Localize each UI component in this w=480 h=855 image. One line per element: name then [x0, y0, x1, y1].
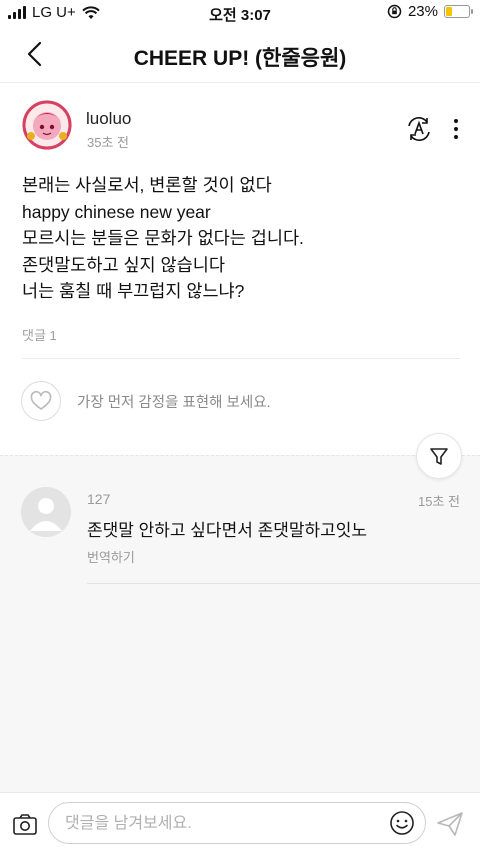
post-time: 35초 전: [87, 135, 129, 150]
camera-icon[interactable]: [12, 812, 38, 836]
rotation-lock-icon: [387, 4, 402, 19]
status-bar: LG U+ 오전 3:07 23%: [0, 0, 480, 26]
post-body: 본래는 사실로서, 변론할 것이 없다 happy chinese new ye…: [22, 172, 462, 305]
filter-icon: [430, 448, 448, 465]
post-author[interactable]: luoluo: [86, 109, 131, 129]
comment-translate-link[interactable]: 번역하기: [87, 547, 135, 566]
comment-avatar[interactable]: [21, 487, 71, 537]
heart-icon: [30, 390, 52, 410]
post-line: happy chinese new year: [22, 201, 211, 222]
divider: [22, 358, 460, 359]
more-vertical-icon[interactable]: [448, 116, 464, 142]
send-icon[interactable]: [435, 810, 465, 838]
divider: [87, 583, 480, 584]
post-line: 본래는 사실로서, 변론할 것이 없다: [22, 175, 272, 195]
post-line: 모르시는 분들은 문화가 없다는 겁니다.: [22, 228, 304, 248]
reaction-prompt[interactable]: 가장 먼저 감정을 표현해 보세요.: [77, 391, 271, 412]
comment-author[interactable]: 127: [87, 491, 110, 507]
post-line: 존댓말도하고 싶지 않습니다: [22, 254, 225, 275]
smiley-icon[interactable]: [389, 810, 415, 836]
filter-button[interactable]: [416, 433, 462, 479]
comment-text: 존댓말 안하고 싶다면서 존댓말하고잇노: [87, 521, 368, 540]
battery-fill: [446, 7, 452, 16]
comment-input-bar: [0, 792, 480, 855]
battery-icon: [444, 5, 473, 18]
author-avatar[interactable]: [22, 100, 72, 150]
comment-count[interactable]: 댓글 1: [22, 325, 57, 344]
comment-time: 15초 전: [418, 494, 460, 509]
status-right: 23%: [387, 3, 473, 20]
comment-input-wrapper[interactable]: [48, 802, 426, 845]
post-line: 너는 훔칠 때 부끄럽지 않느냐?: [22, 281, 245, 301]
translate-icon[interactable]: [404, 114, 434, 144]
reaction-button[interactable]: [21, 381, 61, 421]
page-title: CHEER UP! (한줄응원): [133, 47, 347, 70]
battery-percent: 23%: [407, 3, 438, 20]
comment-input[interactable]: [63, 803, 367, 845]
comments-section: [0, 455, 480, 793]
app-header: CHEER UP! (한줄응원): [0, 26, 480, 83]
